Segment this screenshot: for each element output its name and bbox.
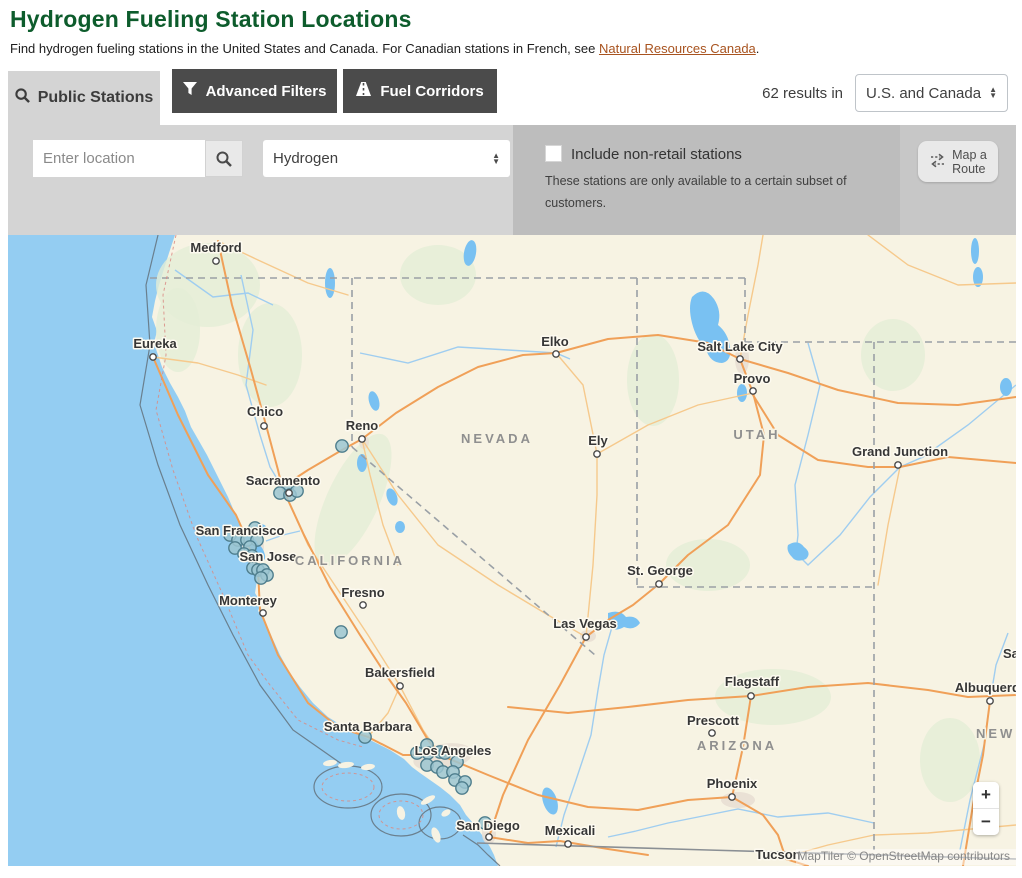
city-label: Prescott: [687, 713, 740, 728]
tab-fuel-corridors-label: Fuel Corridors: [380, 83, 483, 100]
non-retail-description-line2: customers.: [545, 192, 897, 214]
city-dot: [594, 451, 600, 457]
city-dot: [150, 354, 156, 360]
subtitle-period: .: [756, 41, 760, 56]
city-dot: [397, 683, 403, 689]
map-zoom-control: + −: [973, 782, 999, 835]
city-label: Elko: [541, 334, 569, 349]
city-label: Chico: [247, 404, 283, 419]
zoom-in-button[interactable]: +: [973, 782, 999, 809]
city-label: Tucson: [755, 847, 800, 862]
city-dot: [709, 730, 715, 736]
city-label: Salt Lake City: [697, 339, 783, 354]
city-dot: [359, 436, 365, 442]
city-label: Mexicali: [545, 823, 596, 838]
road-icon: [356, 82, 371, 100]
results-count: 62 results in: [762, 85, 843, 102]
city-dot: [895, 462, 901, 468]
route-icon: [929, 152, 946, 172]
city-dot: [213, 258, 219, 264]
page: Hydrogen Fueling Station Locations Find …: [0, 0, 1022, 878]
city-dot: [987, 698, 993, 704]
city-label: Ely: [588, 433, 608, 448]
city-label: Sacramento: [246, 473, 320, 488]
search-icon: [216, 151, 232, 167]
state-label: NEW MEXICO: [976, 726, 1016, 741]
city-label: Las Vegas: [553, 616, 617, 631]
select-updown-icon: ▲▼: [492, 153, 500, 165]
city-label: Los Angeles: [415, 743, 492, 758]
city-label: San Diego: [456, 818, 520, 833]
fuel-type-select[interactable]: Hydrogen ▲▼: [263, 140, 510, 177]
tab-public-stations-label: Public Stations: [38, 89, 154, 107]
non-retail-description-line1: These stations are only available to a c…: [545, 170, 897, 192]
map-a-route-label: Map a Route: [952, 148, 987, 176]
city-label: San Jose: [239, 549, 296, 564]
search-icon: [15, 88, 30, 108]
city-label: Reno: [346, 418, 379, 433]
city-dot: [260, 610, 266, 616]
city-dot: [748, 693, 754, 699]
state-label: NEVADA: [461, 431, 533, 446]
tab-advanced-filters[interactable]: Advanced Filters: [172, 69, 337, 113]
city-dot: [553, 351, 559, 357]
tab-fuel-corridors[interactable]: Fuel Corridors: [343, 69, 497, 113]
city-label: Grand Junction: [852, 444, 948, 459]
include-non-retail-label[interactable]: Include non-retail stations: [571, 146, 742, 163]
location-search-button[interactable]: [205, 140, 243, 177]
region-select[interactable]: U.S. and Canada ▲▼: [855, 74, 1008, 112]
state-label: CALIFORNIA: [295, 553, 405, 568]
city-dot: [750, 388, 756, 394]
city-label: Santa Fe: [1003, 646, 1016, 661]
page-title: Hydrogen Fueling Station Locations: [10, 6, 412, 33]
city-label: Phoenix: [707, 776, 758, 791]
natural-resources-canada-link[interactable]: Natural Resources Canada: [599, 41, 756, 56]
region-select-value: U.S. and Canada: [866, 85, 981, 102]
location-input[interactable]: [33, 140, 205, 177]
filter-funnel-icon: [183, 82, 197, 100]
city-label: St. George: [627, 563, 693, 578]
city-dot: [360, 602, 366, 608]
include-non-retail-checkbox[interactable]: [545, 145, 562, 162]
map-a-route-button[interactable]: Map a Route: [918, 141, 998, 182]
city-label: San Francisco: [196, 523, 285, 538]
city-label: Albuquerque: [955, 680, 1016, 695]
city-label: Eureka: [133, 336, 177, 351]
state-label: ARIZONA: [697, 738, 777, 753]
city-dot: [261, 423, 267, 429]
city-label: Medford: [190, 240, 241, 255]
city-dot: [565, 841, 571, 847]
non-retail-description: These stations are only available to a c…: [545, 170, 897, 214]
city-dot: [737, 356, 743, 362]
city-dot: [656, 581, 662, 587]
city-label: Fresno: [341, 585, 384, 600]
city-label: Monterey: [219, 593, 278, 608]
city-dot: [286, 490, 292, 496]
city-label: Santa Barbara: [324, 719, 413, 734]
page-subtitle: Find hydrogen fueling stations in the Un…: [10, 41, 759, 56]
station-marker[interactable]: [456, 782, 468, 794]
station-marker[interactable]: [255, 572, 267, 584]
fuel-type-value: Hydrogen: [273, 150, 338, 167]
zoom-out-button[interactable]: −: [973, 809, 999, 835]
city-label: Bakersfield: [365, 665, 435, 680]
station-marker[interactable]: [336, 440, 348, 452]
tab-advanced-filters-label: Advanced Filters: [206, 83, 327, 100]
city-dot: [729, 794, 735, 800]
map-canvas[interactable]: Medford Eureka Chico Reno Sacramento San Fran…: [8, 235, 1016, 866]
city-dot: [583, 634, 589, 640]
state-label: UTAH: [733, 427, 780, 442]
tab-public-stations[interactable]: Public Stations: [8, 71, 160, 125]
city-dot: [486, 834, 492, 840]
city-label: Provo: [734, 371, 771, 386]
select-updown-icon: ▲▼: [989, 87, 997, 99]
results-area: 62 results in U.S. and Canada ▲▼: [700, 74, 1008, 112]
city-label: Flagstaff: [725, 674, 780, 689]
subtitle-text: Find hydrogen fueling stations in the Un…: [10, 41, 599, 56]
station-marker[interactable]: [335, 626, 347, 638]
